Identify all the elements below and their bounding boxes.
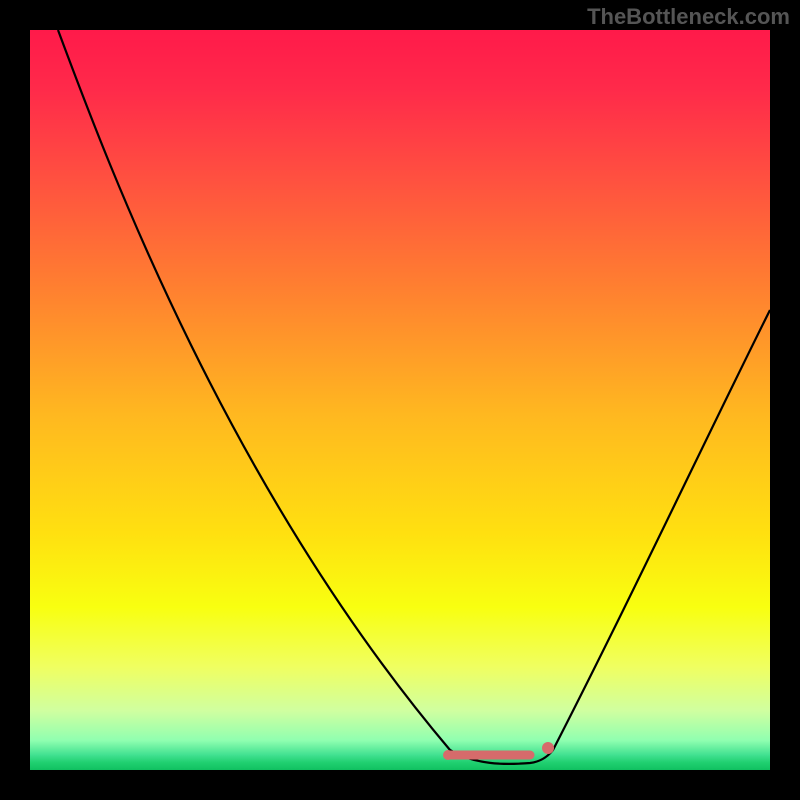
main-curve xyxy=(58,30,770,764)
attribution-text: TheBottleneck.com xyxy=(587,4,790,30)
chart-svg xyxy=(30,30,770,770)
chart-plot-area xyxy=(30,30,770,770)
valley-dot-right xyxy=(542,742,554,754)
valley-dot-left xyxy=(443,750,453,760)
